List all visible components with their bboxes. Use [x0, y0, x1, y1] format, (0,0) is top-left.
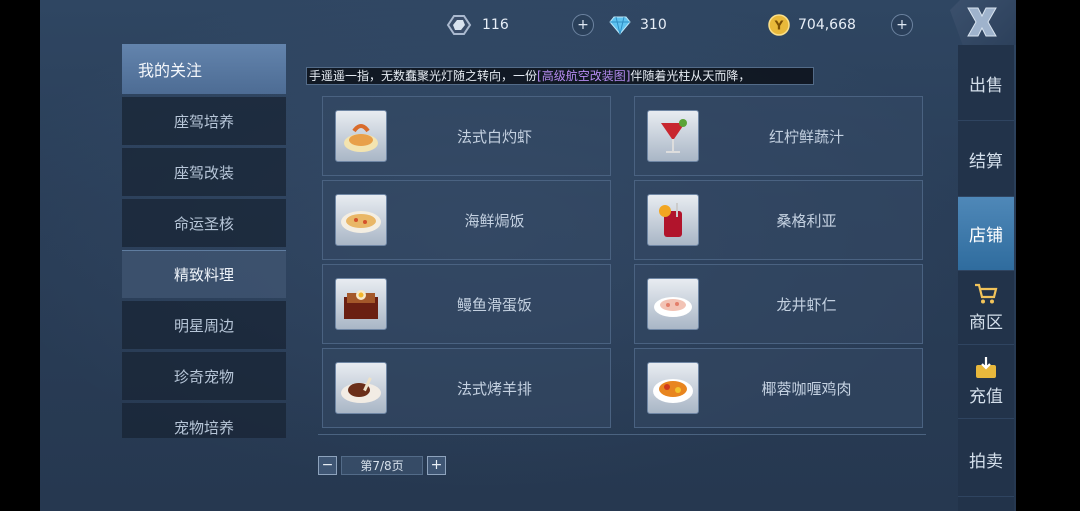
category-header[interactable]: 我的关注: [122, 44, 286, 94]
nav-sell[interactable]: 出售: [958, 47, 1014, 121]
marquee-text: 手遥遥一指，无数蠢聚光灯随之转向，一份: [309, 69, 538, 83]
nav-auction[interactable]: 拍卖: [958, 423, 1014, 497]
curry-chicken-icon: [647, 362, 699, 414]
red-cocktail-icon: [647, 110, 699, 162]
diamond-value: 310: [640, 17, 667, 33]
item-card[interactable]: 法式白灼虾: [322, 96, 611, 176]
category-item[interactable]: 座驾改装: [122, 148, 286, 196]
shop-screen: 116 + 310 Y 704,668 + 我的关注 座驾培养 座驾改装 命运圣…: [40, 0, 1016, 511]
marquee-highlight: [高级航空改装图]: [537, 69, 631, 83]
shield-crystal-icon: [446, 15, 472, 35]
nav-recharge[interactable]: 充值: [958, 345, 1014, 419]
announcement-marquee: 手遥遥一指，无数蠢聚光灯随之转向，一份[高级航空改装图]伴随着光柱从天而降，: [306, 67, 814, 85]
lamb-chop-icon: [335, 362, 387, 414]
coin-value: 704,668: [798, 17, 856, 33]
item-card[interactable]: 海鲜焗饭: [322, 180, 611, 260]
category-item[interactable]: 宠物培养: [122, 403, 286, 438]
shrimp-plate-icon: [647, 278, 699, 330]
nav-store[interactable]: 店铺: [958, 197, 1014, 271]
marquee-text-end: 伴随着光柱从天而降，: [630, 69, 751, 83]
prev-page-button[interactable]: −: [318, 455, 337, 475]
nav-label: 结算: [969, 152, 1003, 172]
item-name: 龙井虾仁: [776, 295, 837, 314]
diamond-icon: [609, 16, 631, 35]
add-crystal-button[interactable]: +: [572, 14, 594, 36]
item-grid: 法式白灼虾 红柠鲜蔬汁 海鲜焗饭 桑格利亚 鳗鱼滑蛋饭 龙井虾仁 法式烤羊排 椰…: [322, 96, 924, 430]
coin-icon: Y: [768, 14, 790, 36]
add-coin-button[interactable]: +: [891, 14, 913, 36]
item-card[interactable]: 龙井虾仁: [634, 264, 923, 344]
crystal-value: 116: [482, 17, 509, 33]
sangria-icon: [647, 194, 699, 246]
next-page-button[interactable]: +: [427, 455, 446, 475]
item-name: 鳗鱼滑蛋饭: [456, 295, 532, 314]
item-name: 桑格利亚: [776, 211, 837, 230]
item-card[interactable]: 桑格利亚: [634, 180, 923, 260]
item-card[interactable]: 法式烤羊排: [322, 348, 611, 428]
item-name: 海鲜焗饭: [464, 211, 525, 230]
baked-rice-icon: [335, 194, 387, 246]
category-panel: 我的关注 座驾培养 座驾改装 命运圣核 精致料理 明星周边 珍奇宠物 宠物培养: [122, 44, 286, 438]
nav-label: 充值: [969, 387, 1003, 407]
diamond-currency: 310: [608, 12, 667, 38]
item-name: 椰蓉咖喱鸡肉: [761, 379, 852, 398]
item-card[interactable]: 鳗鱼滑蛋饭: [322, 264, 611, 344]
crystal-currency: 116: [444, 12, 509, 38]
recharge-icon: [976, 357, 996, 378]
close-icon[interactable]: [962, 4, 1002, 40]
category-item[interactable]: 座驾培养: [122, 97, 286, 145]
item-name: 法式白灼虾: [456, 127, 532, 146]
shrimp-dish-icon: [335, 110, 387, 162]
category-item[interactable]: 命运圣核: [122, 199, 286, 247]
nav-label: 店铺: [969, 226, 1003, 246]
screen-edge: [1016, 0, 1080, 511]
nav-market[interactable]: 商区: [958, 271, 1014, 345]
grid-divider: [318, 434, 926, 435]
item-card[interactable]: 椰蓉咖喱鸡肉: [634, 348, 923, 428]
right-nav: 出售 结算 店铺 商区 充值 拍卖: [958, 45, 1014, 511]
category-item[interactable]: 明星周边: [122, 301, 286, 349]
eel-rice-box-icon: [335, 278, 387, 330]
nav-label: 商区: [969, 313, 1003, 333]
item-card[interactable]: 红柠鲜蔬汁: [634, 96, 923, 176]
coin-currency: Y 704,668: [768, 12, 856, 38]
nav-label: 拍卖: [969, 452, 1003, 472]
page-indicator: 第7/8页: [341, 455, 423, 475]
category-item[interactable]: 珍奇宠物: [122, 352, 286, 400]
item-name: 红柠鲜蔬汁: [768, 127, 844, 146]
top-bar: 116 + 310 Y 704,668 +: [40, 0, 1016, 48]
pagination: − 第7/8页 +: [318, 455, 446, 475]
item-name: 法式烤羊排: [456, 379, 532, 398]
nav-settle[interactable]: 结算: [958, 123, 1014, 197]
nav-label: 出售: [969, 76, 1003, 96]
svg-text:Y: Y: [774, 19, 784, 33]
category-item-active[interactable]: 精致料理: [122, 250, 286, 298]
cart-icon: [975, 283, 998, 304]
